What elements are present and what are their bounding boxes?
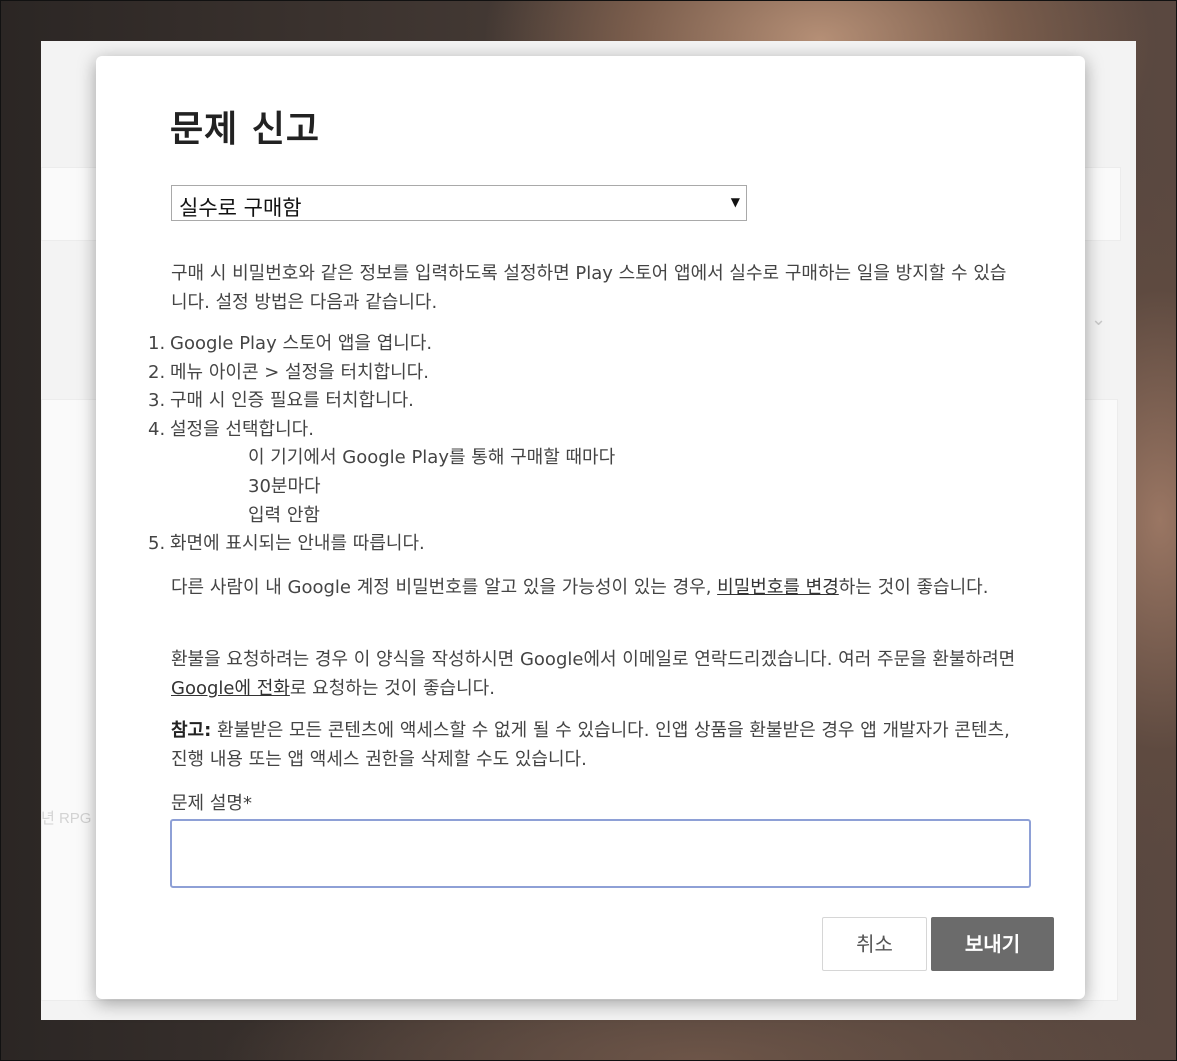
sub-list-item: 30분마다 [248,475,321,497]
change-password-link[interactable]: 비밀번호를 변경 [717,577,839,598]
description-textarea[interactable] [170,819,1031,888]
list-item: 5. 화면에 표시되는 안내를 따릅니다. [148,533,425,555]
description-label: 문제 설명* [171,793,252,814]
report-problem-dialog: 문제 신고 실수로 구매함 ▼ 구매 시 비밀번호와 같은 정보를 입력하도록 … [96,56,1085,999]
dialog-title: 문제 신고 [170,109,321,150]
call-google-link[interactable]: Google에 전화 [171,678,290,699]
issue-type-selected-value: 실수로 구매함 [179,196,302,220]
list-item: 4. 설정을 선택합니다. [148,418,314,440]
password-change-text: 다른 사람이 내 Google 계정 비밀번호를 알고 있을 가능성이 있는 경… [171,577,989,598]
sub-list-item: 이 기기에서 Google Play를 통해 구매할 때마다 [248,447,616,469]
refund-text: 환불을 요청하려는 경우 이 양식을 작성하시면 Google에서 이메일로 연… [171,649,1016,699]
send-button[interactable]: 보내기 [931,917,1054,971]
cancel-button[interactable]: 취소 [822,917,927,971]
list-item: 1. Google Play 스토어 앱을 엽니다. [148,333,433,354]
sub-list-item: 입력 안함 [248,504,320,526]
intro-text: 구매 시 비밀번호와 같은 정보를 입력하도록 설정하면 Play 스토어 앱에… [171,263,1007,313]
page-fragment-text: 년 RPG [41,810,92,827]
chevron-down-icon: ⌄ [1091,309,1107,330]
list-item: 2. 메뉴 아이콘 > 설정을 터치합니다. [148,361,429,383]
dropdown-arrow-icon: ▼ [730,195,740,209]
steps-list: 1. Google Play 스토어 앱을 엽니다. 2. 메뉴 아이콘 > 설정을… [148,330,1008,559]
issue-type-select[interactable]: 실수로 구매함 ▼ [171,185,747,221]
list-item: 3. 구매 시 인증 필요를 터치합니다. [148,390,414,412]
note-label: 참고: [171,720,212,741]
note-text: 참고: 환불받은 모든 콘텐츠에 액세스할 수 없게 될 수 있습니다. 인앱 … [171,720,1010,770]
